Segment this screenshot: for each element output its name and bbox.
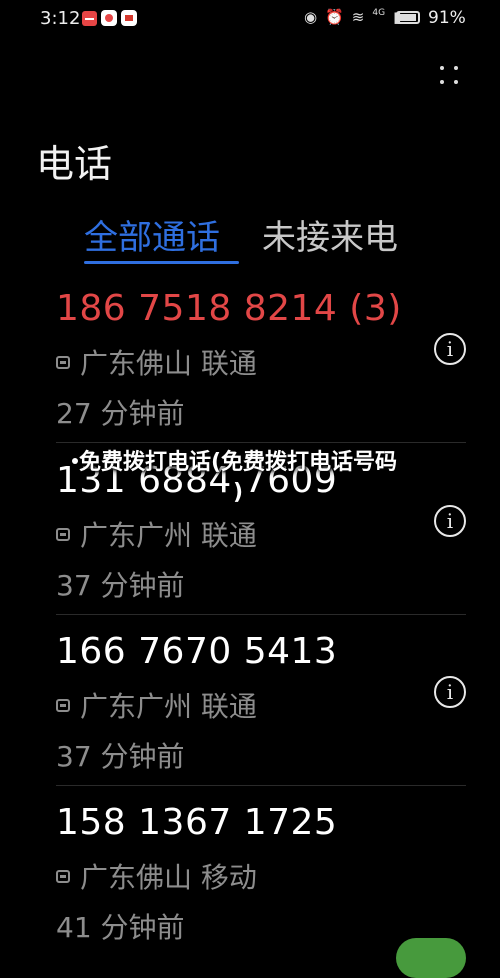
eye-icon: ◉ [304,8,318,26]
divider [56,614,466,615]
dialpad-button[interactable] [396,938,466,978]
tab-all-calls[interactable]: 全部通话 [84,210,220,259]
caller-location: 广东佛山 联通 [56,342,257,382]
location-text: 广东佛山 移动 [80,861,257,894]
phone-number: 158 1367 1725 [56,802,338,843]
hd-icon [56,527,70,541]
call-time: 27 分钟前 [56,397,185,430]
caller-location: 广东广州 联通 [56,514,257,554]
call-log-item[interactable]: 166 7670 5413 广东广州 联通 37 分钟前 i [0,631,500,801]
bullet-dot [72,458,78,464]
status-icons: ◉ ⏰ ≋ 4G ▮ [304,8,401,26]
location-text: 广东广州 联通 [80,519,257,552]
info-icon[interactable]: i [434,333,466,365]
divider [56,442,466,443]
caller-location: 广东广州 联通 [56,685,257,725]
more-options-icon[interactable] [436,62,462,88]
notification-app-icon [121,10,137,26]
phone-number: 186 7518 8214 (3) [56,288,402,329]
call-time: 37 分钟前 [56,740,185,773]
hd-icon [56,698,70,712]
notification-app-icon [82,11,97,26]
info-icon[interactable]: i [434,505,466,537]
battery-percent: 91% [428,8,466,28]
overlay-line-2: ) [232,480,244,505]
hd-icon [56,355,70,369]
page-title: 电话 [36,142,113,186]
status-time: 3:12 [40,8,81,29]
divider [56,785,466,786]
network-type: 4G [372,8,386,18]
overlay-caption: 免费拨打电话(免费拨打电话号码 ) [58,448,418,508]
location-text: 广东佛山 联通 [80,347,257,380]
battery-icon [396,11,420,24]
caller-location: 广东佛山 移动 [56,856,257,896]
hd-icon [56,869,70,883]
status-bar: 3:12 ◉ ⏰ ≋ 4G ▮ 91% [0,0,500,40]
info-icon[interactable]: i [434,676,466,708]
active-tab-indicator [84,261,239,264]
overlay-line-1: 免费拨打电话(免费拨打电话号码 [78,450,398,475]
call-time: 41 分钟前 [56,911,185,944]
location-text: 广东广州 联通 [80,690,257,723]
phone-number: 166 7670 5413 [56,631,338,672]
tab-missed-calls[interactable]: 未接来电 [262,210,398,259]
wifi-icon: ≋ [351,8,365,26]
call-log-item[interactable]: 186 7518 8214 (3) 广东佛山 联通 27 分钟前 i [0,288,500,458]
alarm-icon: ⏰ [325,8,344,26]
notification-app-icon [101,10,117,26]
call-time: 37 分钟前 [56,569,185,602]
